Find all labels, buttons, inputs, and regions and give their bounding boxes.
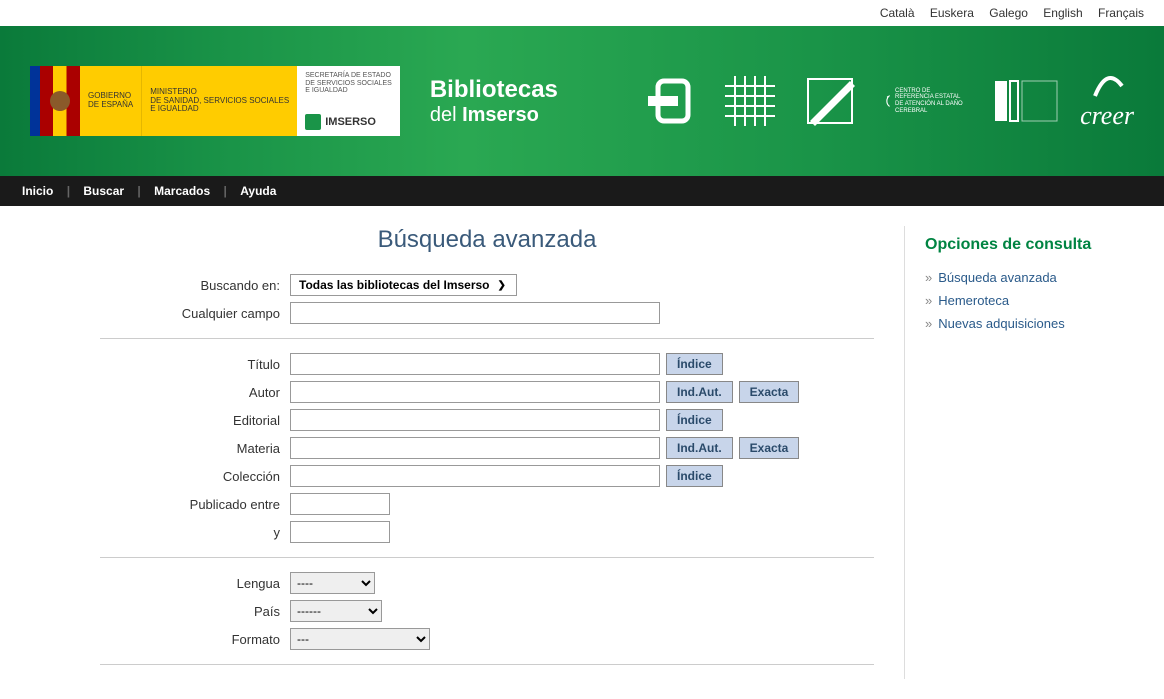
input-titulo[interactable] xyxy=(290,353,660,375)
label-cualquier-campo: Cualquier campo xyxy=(100,306,290,321)
lang-link-catala[interactable]: Català xyxy=(880,6,915,20)
ceadac-icon: CENTRO DE REFERENCIA ESTATAL DE ATENCIÓN… xyxy=(880,71,970,131)
label-buscando-en: Buscando en: xyxy=(100,278,290,293)
page-title: Búsqueda avanzada xyxy=(100,226,874,254)
partner-icon-3 xyxy=(800,71,860,131)
input-editorial[interactable] xyxy=(290,409,660,431)
sidebar-item: Búsqueda avanzada xyxy=(925,266,1144,289)
btn-indaut-autor[interactable]: Ind.Aut. xyxy=(666,381,733,403)
partner-icon-2 xyxy=(720,71,780,131)
label-publicado-entre: Publicado entre xyxy=(100,497,290,512)
input-coleccion[interactable] xyxy=(290,465,660,487)
divider xyxy=(100,338,874,339)
input-year-to[interactable] xyxy=(290,521,390,543)
divider xyxy=(100,664,874,665)
btn-indice-coleccion[interactable]: Índice xyxy=(666,465,723,487)
library-selector-button[interactable]: Todas las bibliotecas del Imserso ❯ xyxy=(290,274,517,296)
label-y: y xyxy=(100,525,290,540)
creer-logo: creer xyxy=(1080,71,1134,131)
sidebar-item: Nuevas adquisiciones xyxy=(925,312,1144,335)
divider xyxy=(100,557,874,558)
secretaria-label: SECRETARÍA DE ESTADO DE SERVICIOS SOCIAL… xyxy=(305,72,392,95)
nav-marcados[interactable]: Marcados xyxy=(144,184,220,198)
lang-link-english[interactable]: English xyxy=(1043,6,1082,20)
spain-flag-icon xyxy=(40,66,80,136)
main-nav: Inicio | Buscar | Marcados | Ayuda xyxy=(0,176,1164,206)
lang-link-galego[interactable]: Galego xyxy=(989,6,1028,20)
partner-icon-1 xyxy=(640,71,700,131)
chevron-right-icon: ❯ xyxy=(498,280,506,291)
select-formato[interactable]: --- xyxy=(290,628,430,650)
title-line2: del Imserso xyxy=(430,104,558,127)
input-autor[interactable] xyxy=(290,381,660,403)
partner-icon-5 xyxy=(990,71,1060,131)
sidebar: Opciones de consulta Búsqueda avanzada H… xyxy=(904,226,1164,679)
sidebar-link-hemeroteca[interactable]: Hemeroteca xyxy=(938,293,1009,308)
label-formato: Formato xyxy=(100,632,290,647)
site-title: Bibliotecas del Imserso xyxy=(430,76,558,127)
label-pais: País xyxy=(100,604,290,619)
sidebar-item: Hemeroteca xyxy=(925,289,1144,312)
title-line1: Bibliotecas xyxy=(430,76,558,104)
flag-stripe xyxy=(30,66,40,136)
imserso-label: IMSERSO xyxy=(325,116,376,128)
gov-logo-block: GOBIERNO DE ESPAÑA MINISTERIO DE SANIDAD… xyxy=(30,66,400,136)
label-editorial: Editorial xyxy=(100,413,290,428)
select-pais[interactable]: ------ xyxy=(290,600,382,622)
label-coleccion: Colección xyxy=(100,469,290,484)
input-year-from[interactable] xyxy=(290,493,390,515)
label-titulo: Título xyxy=(100,357,290,372)
partner-icons: CENTRO DE REFERENCIA ESTATAL DE ATENCIÓN… xyxy=(640,71,1134,131)
btn-exacta-materia[interactable]: Exacta xyxy=(739,437,800,459)
label-autor: Autor xyxy=(100,385,290,400)
imserso-icon xyxy=(305,114,321,130)
sidebar-title: Opciones de consulta xyxy=(925,236,1144,254)
header-banner: GOBIERNO DE ESPAÑA MINISTERIO DE SANIDAD… xyxy=(0,26,1164,176)
label-lengua: Lengua xyxy=(100,576,290,591)
nav-ayuda[interactable]: Ayuda xyxy=(230,184,286,198)
btn-indice-titulo[interactable]: Índice xyxy=(666,353,723,375)
btn-indaut-materia[interactable]: Ind.Aut. xyxy=(666,437,733,459)
select-lengua[interactable]: ---- xyxy=(290,572,375,594)
label-materia: Materia xyxy=(100,441,290,456)
nav-inicio[interactable]: Inicio xyxy=(12,184,63,198)
gobierno-label: GOBIERNO DE ESPAÑA xyxy=(88,92,133,110)
sidebar-link-busqueda[interactable]: Búsqueda avanzada xyxy=(938,270,1057,285)
ministerio-label: MINISTERIO DE SANIDAD, SERVICIOS SOCIALE… xyxy=(150,88,289,114)
btn-indice-editorial[interactable]: Índice xyxy=(666,409,723,431)
input-cualquier-campo[interactable] xyxy=(290,302,660,324)
btn-exacta-autor[interactable]: Exacta xyxy=(739,381,800,403)
nav-buscar[interactable]: Buscar xyxy=(73,184,134,198)
sidebar-link-nuevas[interactable]: Nuevas adquisiciones xyxy=(938,316,1064,331)
language-bar: Català Euskera Galego English Français xyxy=(0,0,1164,26)
input-materia[interactable] xyxy=(290,437,660,459)
lang-link-francais[interactable]: Français xyxy=(1098,6,1144,20)
lang-link-euskera[interactable]: Euskera xyxy=(930,6,974,20)
